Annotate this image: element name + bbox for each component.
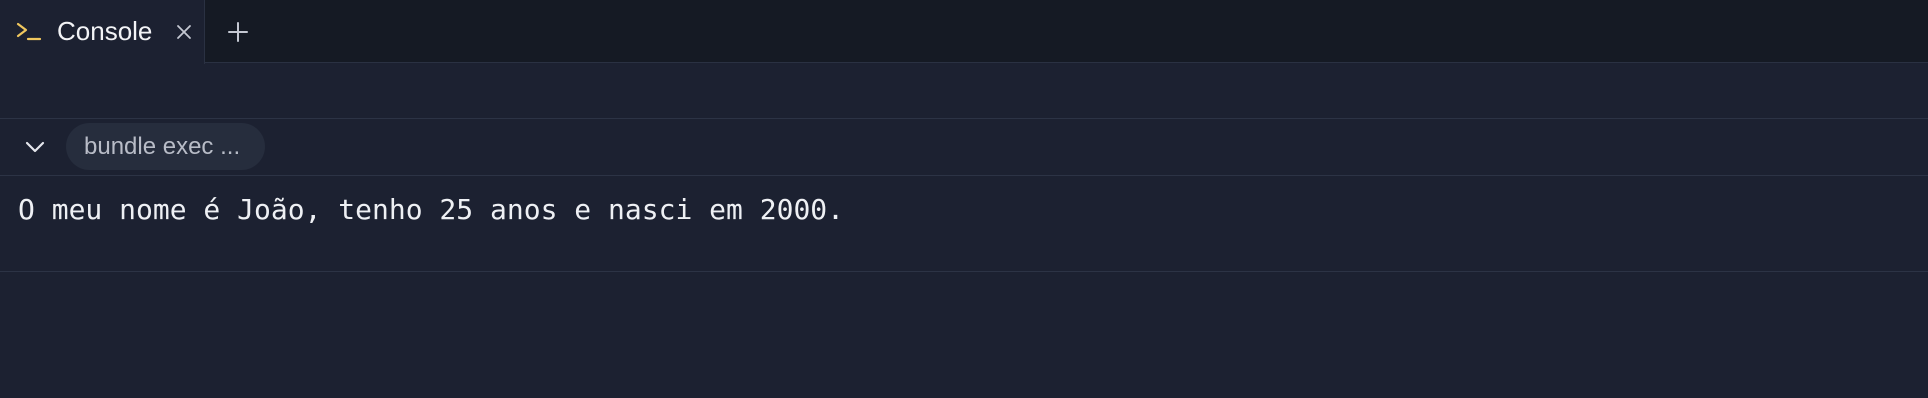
toolbar-area — [0, 63, 1928, 119]
output-line: O meu nome é João, tenho 25 anos e nasci… — [18, 193, 845, 226]
output-area: O meu nome é João, tenho 25 anos e nasci… — [0, 176, 1928, 272]
tab-label: Console — [57, 16, 153, 46]
command-pill[interactable]: bundle exec ... — [66, 123, 265, 170]
tab-bar: Console — [0, 0, 1928, 64]
plus-icon[interactable] — [224, 18, 252, 46]
command-row: bundle exec ... — [0, 119, 1928, 176]
tab-console[interactable]: Console — [0, 0, 205, 64]
console-window: Console bundle exec ... O meu nome é Joã — [0, 0, 1928, 398]
chevron-down-icon[interactable] — [22, 134, 48, 160]
terminal-icon — [15, 18, 43, 46]
close-icon[interactable] — [174, 22, 194, 42]
